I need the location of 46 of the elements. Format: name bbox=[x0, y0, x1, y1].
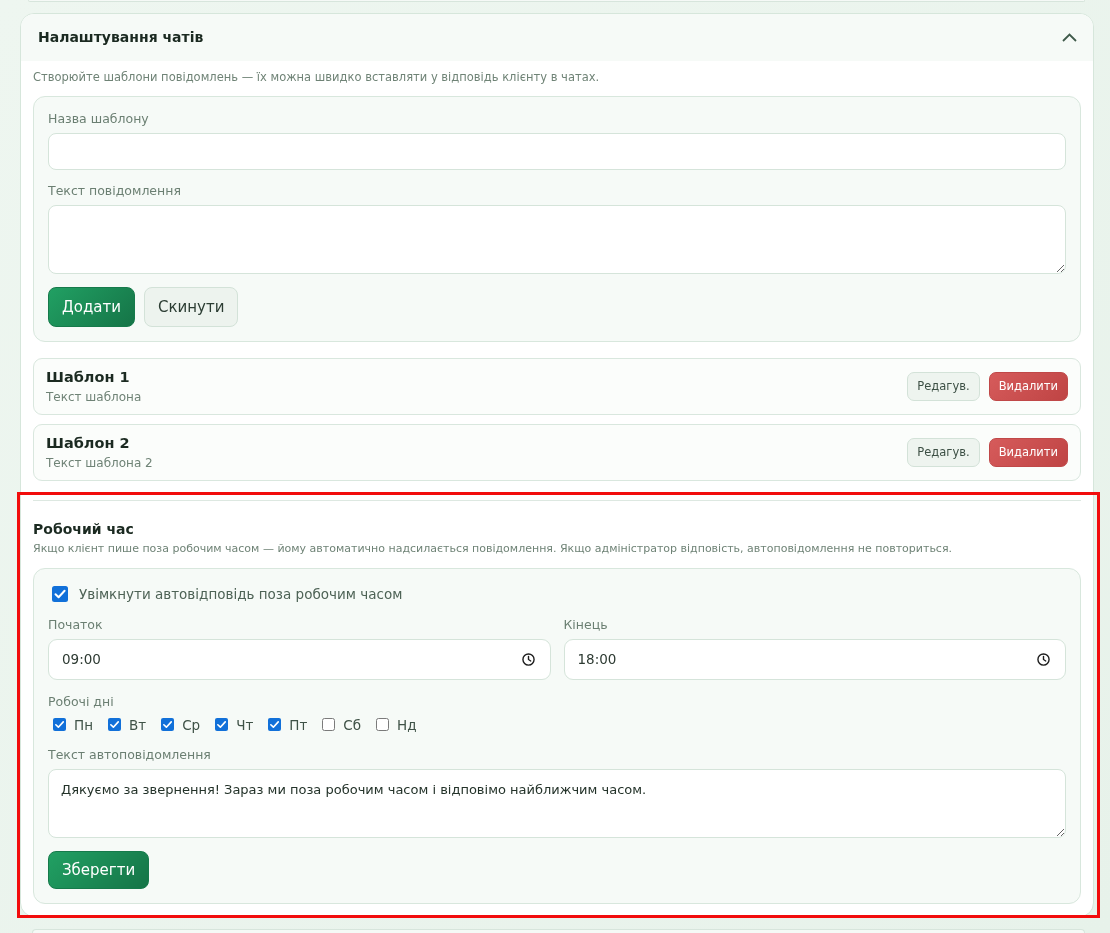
field-label: Текст автоповідомлення bbox=[48, 745, 212, 764]
accordion-header[interactable]: Налаштування чатів bbox=[21, 13, 1093, 61]
field-label: Робочі дні bbox=[48, 692, 115, 711]
day-label: Вт bbox=[129, 716, 147, 733]
section-description: Створюйте шаблони повідомлень — їх можна швидко вставляти у відповідь клієнту в чатах. bbox=[33, 68, 601, 85]
checkbox[interactable] bbox=[322, 718, 336, 731]
checkbox[interactable] bbox=[52, 585, 68, 602]
template-text: Текст шаблона 2 bbox=[46, 454, 153, 471]
save-button[interactable]: Зберегти bbox=[48, 850, 150, 889]
checkbox[interactable] bbox=[161, 718, 175, 731]
checkbox-label: Увімкнути автовідповідь поза робочим часом bbox=[79, 585, 403, 602]
chevron-up-icon[interactable] bbox=[1062, 32, 1077, 42]
delete-button[interactable]: Видалити bbox=[988, 371, 1068, 401]
section-description: Якщо клієнт пише поза робочим часом — йому автоматично надсилається повідомлення. Якщо адміністратор відповість, автоповідомлення не повториться. bbox=[33, 540, 954, 557]
field-label: Початок bbox=[48, 615, 104, 634]
edit-button[interactable]: Редагув. bbox=[907, 437, 980, 467]
template-title: Шаблон 1 bbox=[46, 367, 131, 387]
checkbox[interactable] bbox=[53, 718, 66, 731]
section-title: Налаштування чатів bbox=[38, 29, 204, 45]
time-field[interactable]: 18:00 bbox=[563, 638, 1066, 680]
day-label: Ср bbox=[182, 716, 201, 733]
field-label: Назва шаблону bbox=[48, 109, 150, 128]
time-field[interactable]: 09:00 bbox=[48, 638, 551, 680]
field-label: Кінець bbox=[563, 615, 609, 634]
day-label: Нд bbox=[397, 716, 417, 733]
day-label: Чт bbox=[236, 716, 254, 733]
clock-icon[interactable] bbox=[521, 652, 535, 666]
day-label: Пт bbox=[289, 716, 308, 733]
template-text: Текст шаблона bbox=[46, 388, 142, 405]
checkbox[interactable] bbox=[215, 718, 229, 731]
checkbox[interactable] bbox=[108, 718, 121, 731]
template-title: Шаблон 2 bbox=[46, 433, 131, 453]
textarea-field[interactable]: Дякуємо за звернення! Зараз ми поза робочим часом і відповімо найближчим часом. bbox=[48, 768, 1066, 838]
textarea-field[interactable] bbox=[48, 204, 1066, 274]
input-field[interactable] bbox=[48, 132, 1066, 170]
checkbox[interactable] bbox=[376, 718, 390, 731]
delete-button[interactable]: Видалити bbox=[988, 437, 1068, 467]
clock-icon[interactable] bbox=[1037, 652, 1050, 666]
edit-button[interactable]: Редагув. bbox=[907, 371, 980, 401]
day-label: Сб bbox=[343, 716, 362, 733]
reset-button[interactable]: Скинути bbox=[143, 286, 239, 327]
day-label: Пн bbox=[74, 716, 93, 733]
add-button[interactable]: Додати bbox=[48, 286, 135, 327]
section-title: Робочий час bbox=[33, 519, 135, 539]
field-label: Текст повідомлення bbox=[48, 181, 182, 200]
checkbox[interactable] bbox=[268, 718, 282, 731]
